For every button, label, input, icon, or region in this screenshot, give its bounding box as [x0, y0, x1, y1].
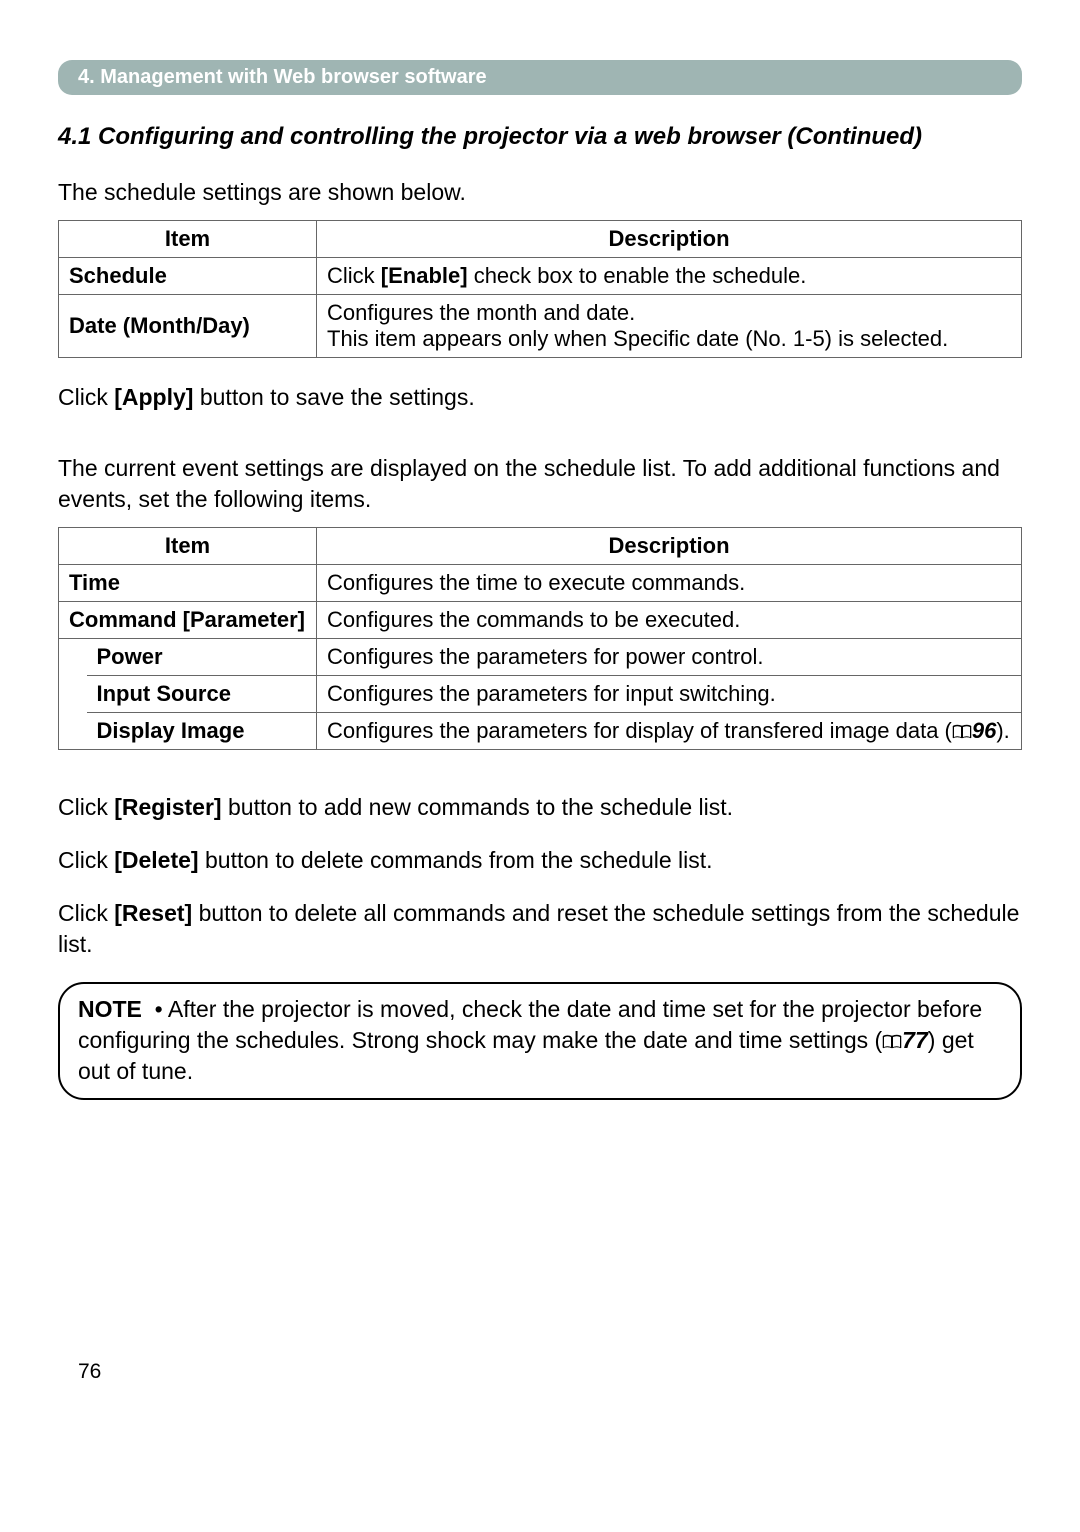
- chapter-title: 4. Management with Web browser software: [78, 66, 487, 88]
- page-number: 76: [58, 1360, 1022, 1384]
- table-row: Date (Month/Day) Configures the month an…: [59, 295, 1022, 358]
- cell-item: Time: [59, 565, 317, 602]
- note-label: NOTE: [78, 996, 142, 1022]
- event-settings-table: Item Description Time Configures the tim…: [58, 527, 1022, 750]
- register-instruction: Click [Register] button to add new comma…: [58, 792, 1022, 823]
- note-box: NOTE • After the projector is moved, che…: [58, 982, 1022, 1099]
- cell-desc: Configures the parameters for input swit…: [317, 676, 1022, 713]
- col-header-item: Item: [59, 221, 317, 258]
- cell-desc: Configures the month and date. This item…: [317, 295, 1022, 358]
- cell-item: Schedule: [59, 258, 317, 295]
- table-row: Command [Parameter] Configures the comma…: [59, 602, 1022, 639]
- cell-desc: Configures the time to execute commands.: [317, 565, 1022, 602]
- manual-reference-icon: [882, 1034, 902, 1050]
- table-header-row: Item Description: [59, 528, 1022, 565]
- manual-reference-icon: [952, 724, 972, 740]
- chapter-header: 4. Management with Web browser software: [58, 60, 1022, 95]
- intro-text-1: The schedule settings are shown below.: [58, 177, 1022, 208]
- cell-desc: Click [Enable] check box to enable the s…: [317, 258, 1022, 295]
- schedule-settings-table: Item Description Schedule Click [Enable]…: [58, 220, 1022, 358]
- bullet: •: [155, 996, 163, 1022]
- sub-row-spacer: [59, 639, 87, 750]
- table-row: Time Configures the time to execute comm…: [59, 565, 1022, 602]
- table-row: Display Image Configures the parameters …: [59, 713, 1022, 750]
- cell-item: Date (Month/Day): [59, 295, 317, 358]
- cell-item: Input Source: [87, 676, 317, 713]
- cell-desc: Configures the parameters for display of…: [317, 713, 1022, 750]
- table-header-row: Item Description: [59, 221, 1022, 258]
- delete-instruction: Click [Delete] button to delete commands…: [58, 845, 1022, 876]
- intro-text-2: The current event settings are displayed…: [58, 453, 1022, 515]
- col-header-desc: Description: [317, 221, 1022, 258]
- table-row: Input Source Configures the parameters f…: [59, 676, 1022, 713]
- apply-instruction: Click [Apply] button to save the setting…: [58, 382, 1022, 413]
- page-content: 4. Management with Web browser software …: [0, 0, 1080, 1424]
- section-title: 4.1 Configuring and controlling the proj…: [58, 123, 1022, 151]
- cell-desc: Configures the parameters for power cont…: [317, 639, 1022, 676]
- table-row: Power Configures the parameters for powe…: [59, 639, 1022, 676]
- cell-item: Display Image: [87, 713, 317, 750]
- cell-desc: Configures the commands to be executed.: [317, 602, 1022, 639]
- col-header-desc: Description: [317, 528, 1022, 565]
- col-header-item: Item: [59, 528, 317, 565]
- table-row: Schedule Click [Enable] check box to ena…: [59, 258, 1022, 295]
- reset-instruction: Click [Reset] button to delete all comma…: [58, 898, 1022, 960]
- cell-item: Command [Parameter]: [59, 602, 317, 639]
- cell-item: Power: [87, 639, 317, 676]
